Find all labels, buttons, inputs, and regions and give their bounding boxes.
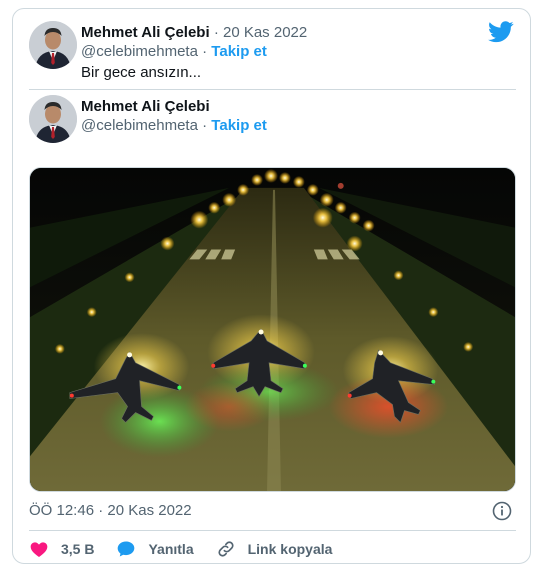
separator-dot-2: ·: [202, 43, 208, 60]
quoted-author-handle[interactable]: @celebimehmeta: [81, 117, 198, 134]
link-icon: [218, 541, 234, 557]
tweet-timestamp[interactable]: ÖÖ 12:46 · 20 Kas 2022: [29, 501, 192, 521]
info-icon[interactable]: [492, 501, 512, 521]
reply-button[interactable]: Yanıtla: [116, 539, 194, 559]
quoted-separator-dot: ·: [202, 117, 208, 134]
quoted-avatar[interactable]: [29, 95, 77, 143]
avatar-image: [29, 21, 77, 69]
author-name[interactable]: Mehmet Ali Çelebi: [81, 24, 210, 41]
runway-jets-image: [30, 168, 515, 491]
quoted-tweet-header: Mehmet Ali Çelebi @celebimehmeta · Takip…: [29, 95, 267, 143]
avatar[interactable]: [29, 21, 77, 69]
twitter-bird-icon[interactable]: [488, 21, 514, 43]
follow-button[interactable]: Takip et: [211, 43, 267, 60]
like-button[interactable]: 3,5 B: [29, 539, 94, 559]
reply-label: Yanıtla: [148, 541, 194, 557]
heart-icon: [30, 542, 48, 557]
divider-bottom: [29, 530, 516, 531]
action-bar: 3,5 B Yanıtla Link kopyala: [29, 539, 354, 559]
separator-dot: ·: [213, 24, 219, 41]
author-handle[interactable]: @celebimehmeta: [81, 43, 198, 60]
quoted-author-name[interactable]: Mehmet Ali Çelebi: [81, 98, 210, 115]
tweet-date[interactable]: 20 Kas 2022: [223, 24, 307, 41]
divider: [29, 89, 516, 90]
like-count: 3,5 B: [61, 541, 95, 557]
tweet-header: Mehmet Ali Çelebi · 20 Kas 2022 @celebim…: [29, 21, 307, 83]
reply-bubble-icon: [118, 541, 135, 557]
tweet-photo[interactable]: [29, 167, 516, 492]
embedded-tweet-card: Mehmet Ali Çelebi · 20 Kas 2022 @celebim…: [12, 8, 531, 564]
quoted-avatar-image: [29, 95, 77, 143]
quoted-follow-button[interactable]: Takip et: [211, 117, 267, 134]
tweet-text: Bir gece ansızın...: [81, 64, 202, 81]
copy-link-label: Link kopyala: [247, 541, 333, 557]
copy-link-button[interactable]: Link kopyala: [216, 539, 333, 559]
